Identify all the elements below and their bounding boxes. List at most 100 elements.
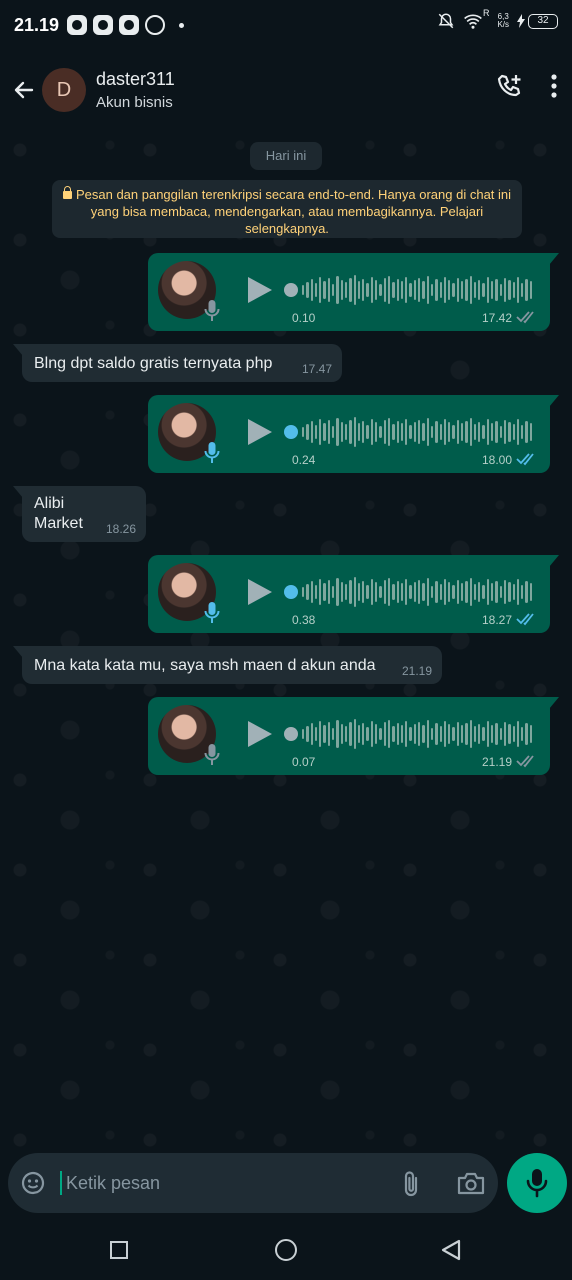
voice-message[interactable]: 0.24 18.00 — [148, 395, 559, 473]
waveform-bar — [319, 721, 322, 747]
waveform-bar — [448, 422, 451, 442]
waveform-bar — [495, 723, 498, 745]
incoming-message[interactable]: Alibi Market 18.26 — [13, 486, 146, 542]
waveform-bar — [448, 724, 451, 744]
message-text-line: Market — [34, 515, 83, 532]
play-icon[interactable] — [244, 577, 274, 607]
waveform-bar — [482, 585, 485, 599]
waveform-bar — [310, 581, 313, 603]
waveform-bar — [525, 279, 528, 301]
waveform-bar — [418, 420, 421, 444]
message-time: 17.42 — [481, 311, 512, 325]
waveform-bar — [452, 283, 455, 297]
waveform-bar — [392, 282, 395, 298]
waveform-bar — [486, 579, 490, 605]
waveform-bar — [387, 578, 391, 606]
waveform-bar — [422, 583, 425, 601]
waveform-bar — [383, 420, 386, 444]
waveform-bar — [392, 424, 395, 440]
encryption-notice-text: Pesan dan panggilan terenkripsi secara e… — [75, 187, 512, 236]
waveform-bar — [409, 283, 412, 297]
message-time: 21.19 — [401, 664, 432, 678]
speed-unit: K/s — [497, 20, 509, 29]
charging-icon — [517, 14, 525, 28]
message-text: Blng dpt saldo gratis ternyata php — [34, 355, 273, 372]
play-icon[interactable] — [244, 417, 274, 447]
waveform-bar — [306, 282, 309, 298]
playback-seek-handle[interactable] — [284, 425, 298, 439]
waveform-bar — [383, 278, 386, 302]
contact-avatar[interactable]: D — [42, 68, 86, 112]
play-icon[interactable] — [244, 275, 274, 305]
waveform[interactable] — [302, 415, 533, 449]
waveform-bar — [482, 283, 485, 297]
record-voice-button[interactable] — [507, 1153, 567, 1213]
camera-icon[interactable] — [457, 1170, 485, 1196]
playback-seek-handle[interactable] — [284, 283, 298, 297]
back-button[interactable] — [6, 72, 42, 108]
waveform-bar — [409, 727, 412, 741]
waveform-bar — [486, 277, 490, 303]
waveform-bar — [525, 581, 528, 603]
waveform-bar — [478, 280, 481, 300]
waveform-bar — [375, 280, 378, 300]
waveform-bar — [323, 583, 326, 601]
playback-seek-handle[interactable] — [284, 727, 298, 741]
message-input[interactable] — [66, 1167, 366, 1199]
waveform[interactable] — [302, 575, 533, 609]
waveform-bar — [435, 279, 438, 301]
add-call-icon[interactable] — [496, 72, 524, 100]
voice-message[interactable]: 0.10 17.42 — [148, 253, 559, 331]
waveform-bar — [409, 585, 412, 599]
waveform-bar — [413, 422, 417, 442]
waveform-bar — [516, 419, 520, 445]
waveform-bar — [405, 277, 408, 303]
waveform-bar — [499, 426, 502, 438]
nav-back-icon[interactable] — [441, 1239, 461, 1261]
waveform-bar — [379, 586, 382, 598]
waveform-bar — [340, 724, 343, 744]
voice-message[interactable]: 0.07 21.19 — [148, 697, 559, 775]
waveform-bar — [405, 419, 408, 445]
waveform-bar — [310, 723, 313, 745]
waveform-bar — [473, 584, 477, 600]
more-vert-icon[interactable] — [546, 72, 562, 100]
contact-info[interactable]: daster311 Akun bisnis — [96, 69, 175, 111]
waveform-bar — [344, 584, 348, 600]
waveform-bar — [422, 725, 425, 743]
incoming-message[interactable]: Blng dpt saldo gratis ternyata php 17.47 — [13, 344, 342, 382]
play-icon[interactable] — [244, 719, 274, 749]
waveform-bar — [439, 726, 442, 742]
waveform-bar — [439, 282, 442, 298]
waveform-bar — [370, 721, 374, 747]
recent-apps-button[interactable] — [110, 1241, 128, 1259]
waveform-bar — [443, 419, 447, 445]
waveform-bar — [306, 584, 309, 600]
waveform-bar — [430, 284, 434, 296]
attach-icon[interactable] — [400, 1170, 422, 1198]
waveform[interactable] — [302, 273, 533, 307]
voice-message[interactable]: 0.38 18.27 — [148, 555, 559, 633]
waveform-bar — [353, 719, 356, 749]
sticker-icon[interactable] — [20, 1170, 46, 1196]
waveform-bar — [332, 586, 335, 598]
incoming-message[interactable]: Mna kata kata mu, saya msh maen d akun a… — [13, 646, 442, 684]
message-composer — [8, 1153, 498, 1213]
waveform-bar — [327, 278, 331, 302]
waveform-bar — [426, 276, 429, 304]
waveform-bar — [400, 725, 404, 743]
waveform-bar — [473, 726, 477, 742]
playback-seek-handle[interactable] — [284, 585, 298, 599]
waveform[interactable] — [302, 717, 533, 751]
waveform-bar — [332, 426, 335, 438]
text-caret — [60, 1171, 62, 1195]
message-time: 21.19 — [481, 755, 512, 769]
chat-area[interactable]: Hari ini Pesan dan panggilan terenkripsi… — [0, 130, 572, 1150]
message-time: 18.27 — [481, 613, 512, 627]
home-button[interactable] — [275, 1239, 297, 1261]
waveform-bar — [306, 726, 309, 742]
app-notification-icon — [93, 15, 114, 35]
app-notification-icon — [67, 15, 88, 35]
waveform-bar — [336, 720, 339, 748]
encryption-notice[interactable]: Pesan dan panggilan terenkripsi secara e… — [52, 180, 522, 238]
